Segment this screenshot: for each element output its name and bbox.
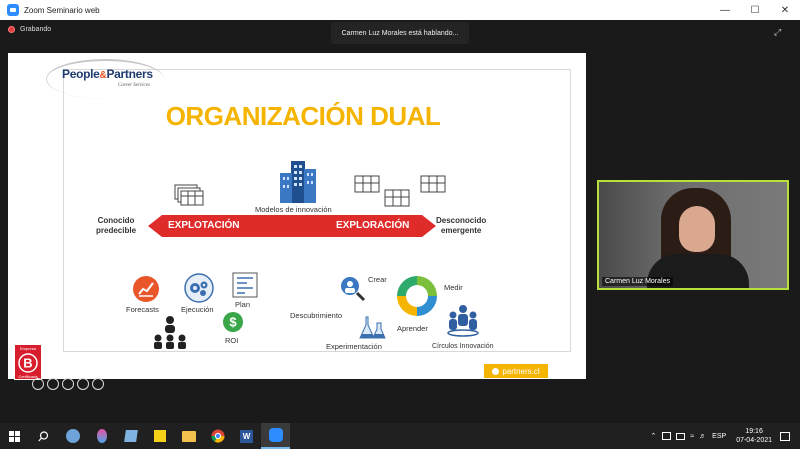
plan-sheet-icon	[232, 272, 258, 298]
left-label-line1: Conocido	[97, 216, 135, 225]
aprender-label: Aprender	[397, 324, 428, 333]
taskbar-app-weather[interactable]	[58, 423, 87, 449]
tray-language[interactable]: ESP	[712, 433, 726, 440]
slide-tool-pen-icon[interactable]	[32, 378, 44, 390]
taskbar-app-explorer[interactable]	[174, 423, 203, 449]
partners-tag-text: partners.cl	[502, 366, 540, 376]
slide-tool-more-icon[interactable]	[92, 378, 104, 390]
org-chart-icon-left	[174, 184, 204, 206]
gears-icon	[184, 273, 214, 303]
participant-name-label: Carmen Luz Morales	[602, 277, 673, 286]
experimentacion-label: Experimentación	[326, 342, 382, 351]
partners-url-tag: partners.cl	[484, 364, 548, 378]
taskbar-app-chrome[interactable]	[203, 423, 232, 449]
taskbar-clock[interactable]: 19:16 07-04-2021	[736, 427, 772, 445]
right-label-line2: emergente	[440, 226, 482, 235]
svg-text:B: B	[23, 356, 32, 371]
innovation-cycle-icon	[397, 276, 437, 316]
left-label-line2: predecible	[96, 226, 137, 235]
zoom-taskbar-icon	[268, 428, 283, 442]
paint-drop-icon	[96, 429, 107, 443]
slide-tool-grid-icon[interactable]	[47, 378, 59, 390]
recording-label: Grabando	[20, 26, 52, 33]
slide-title: ORGANIZACIÓN DUAL	[165, 101, 441, 131]
logo-subtitle: Career Services	[118, 83, 150, 88]
window-title: Zoom Seminario web	[24, 5, 100, 15]
tray-security-icon[interactable]	[662, 432, 672, 440]
search-icon	[38, 430, 49, 441]
meeting-area: Grabando Carmen Luz Morales está habland…	[0, 20, 800, 423]
clock-date: 07-04-2021	[736, 437, 772, 444]
dollar-icon: $	[223, 312, 243, 332]
magnifier-person-icon	[341, 277, 366, 302]
word-icon: W	[240, 429, 253, 443]
forecast-chart-icon	[133, 276, 159, 302]
right-label: Desconocido emergente	[436, 216, 486, 236]
active-speaker-banner: Carmen Luz Morales está hablando...	[331, 22, 469, 44]
b-corp-icon: B	[18, 353, 38, 373]
medir-label: Medir	[444, 283, 463, 292]
team-hierarchy-icon	[154, 316, 186, 349]
taskbar-app-sticky[interactable]	[145, 423, 174, 449]
org-chart-icon-right-3	[420, 175, 446, 193]
slide-toolbar	[32, 378, 104, 390]
participant-video[interactable]: Carmen Luz Morales	[597, 180, 789, 290]
tray-volume-icon[interactable]: ♬	[699, 433, 706, 440]
folder-icon	[181, 430, 196, 442]
people-partners-logo: People&Partners Career Services	[46, 59, 168, 99]
taskbar-app-zoom[interactable]	[261, 423, 290, 449]
search-button[interactable]	[29, 423, 58, 449]
logo-name-b: Partners	[106, 67, 153, 81]
descubrimiento-label: Descubrimiento	[290, 311, 343, 320]
shared-screen-slide: People&Partners Career Services ORGANIZA…	[8, 53, 586, 390]
system-tray: ⌃ ≈ ♬ ESP 19:16 07-04-2021	[650, 423, 800, 449]
windows-taskbar: W ⌃ ≈ ♬ ESP 19:16 07-04-2021	[0, 423, 800, 449]
org-chart-icon-right-1	[354, 175, 380, 193]
arrow-right-label: EXPLORACIÓN	[336, 220, 410, 231]
arrow-left-label: EXPLOTACIÓN	[168, 220, 240, 231]
lab-flask-icon	[359, 316, 386, 339]
close-button[interactable]: ✕	[770, 0, 800, 20]
notification-center-icon[interactable]	[780, 431, 790, 441]
slide-tool-view-icon[interactable]	[77, 378, 89, 390]
window-titlebar: Zoom Seminario web — ☐ ✕	[0, 0, 800, 20]
zoom-app-icon	[7, 4, 19, 16]
logo-name-a: People	[62, 67, 100, 81]
innovation-circle-people-icon	[447, 305, 479, 337]
maximize-button[interactable]: ☐	[740, 0, 770, 20]
forecasts-label: Forecasts	[126, 305, 159, 314]
tray-network-icon[interactable]	[676, 432, 686, 440]
start-button[interactable]	[0, 423, 29, 449]
slide-tool-zoom-icon[interactable]	[62, 378, 74, 390]
circulos-innovacion-label: Círculos Innovación	[432, 343, 494, 350]
left-label: Conocido predecible	[96, 216, 136, 236]
taskbar-app-notes[interactable]	[116, 423, 145, 449]
notes-app-icon	[123, 430, 138, 442]
roi-label: ROI	[225, 336, 239, 345]
windows-logo-icon	[9, 430, 20, 442]
fullscreen-icon[interactable]: ⤢	[774, 27, 781, 38]
minimize-button[interactable]: —	[710, 0, 740, 20]
weather-app-icon	[65, 429, 80, 443]
ejecucion-label: Ejecución	[181, 305, 214, 314]
building-icon	[280, 161, 316, 203]
clock-time: 19:16	[745, 428, 763, 435]
tray-wifi-icon[interactable]: ≈	[690, 433, 694, 440]
taskbar-app-word[interactable]: W	[232, 423, 261, 449]
taskbar-app-paint[interactable]	[87, 423, 116, 449]
sticky-notes-icon	[153, 430, 166, 442]
tray-chevron-up-icon[interactable]: ⌃	[650, 432, 656, 440]
crear-label: Crear	[368, 275, 387, 284]
org-chart-icon-right-2	[384, 189, 410, 207]
arrow-circle-icon	[492, 367, 500, 375]
plan-label: Plan	[235, 300, 251, 309]
right-label-line1: Desconocido	[436, 216, 487, 225]
chrome-icon	[211, 429, 224, 443]
center-label: Modelos de innovación	[255, 205, 332, 214]
badge-top-text: Empresa	[19, 346, 36, 351]
record-icon	[8, 26, 15, 33]
b-corp-badge: Empresa B Certificada	[14, 344, 42, 380]
svg-text:$: $	[229, 315, 237, 330]
recording-indicator: Grabando	[8, 26, 51, 33]
